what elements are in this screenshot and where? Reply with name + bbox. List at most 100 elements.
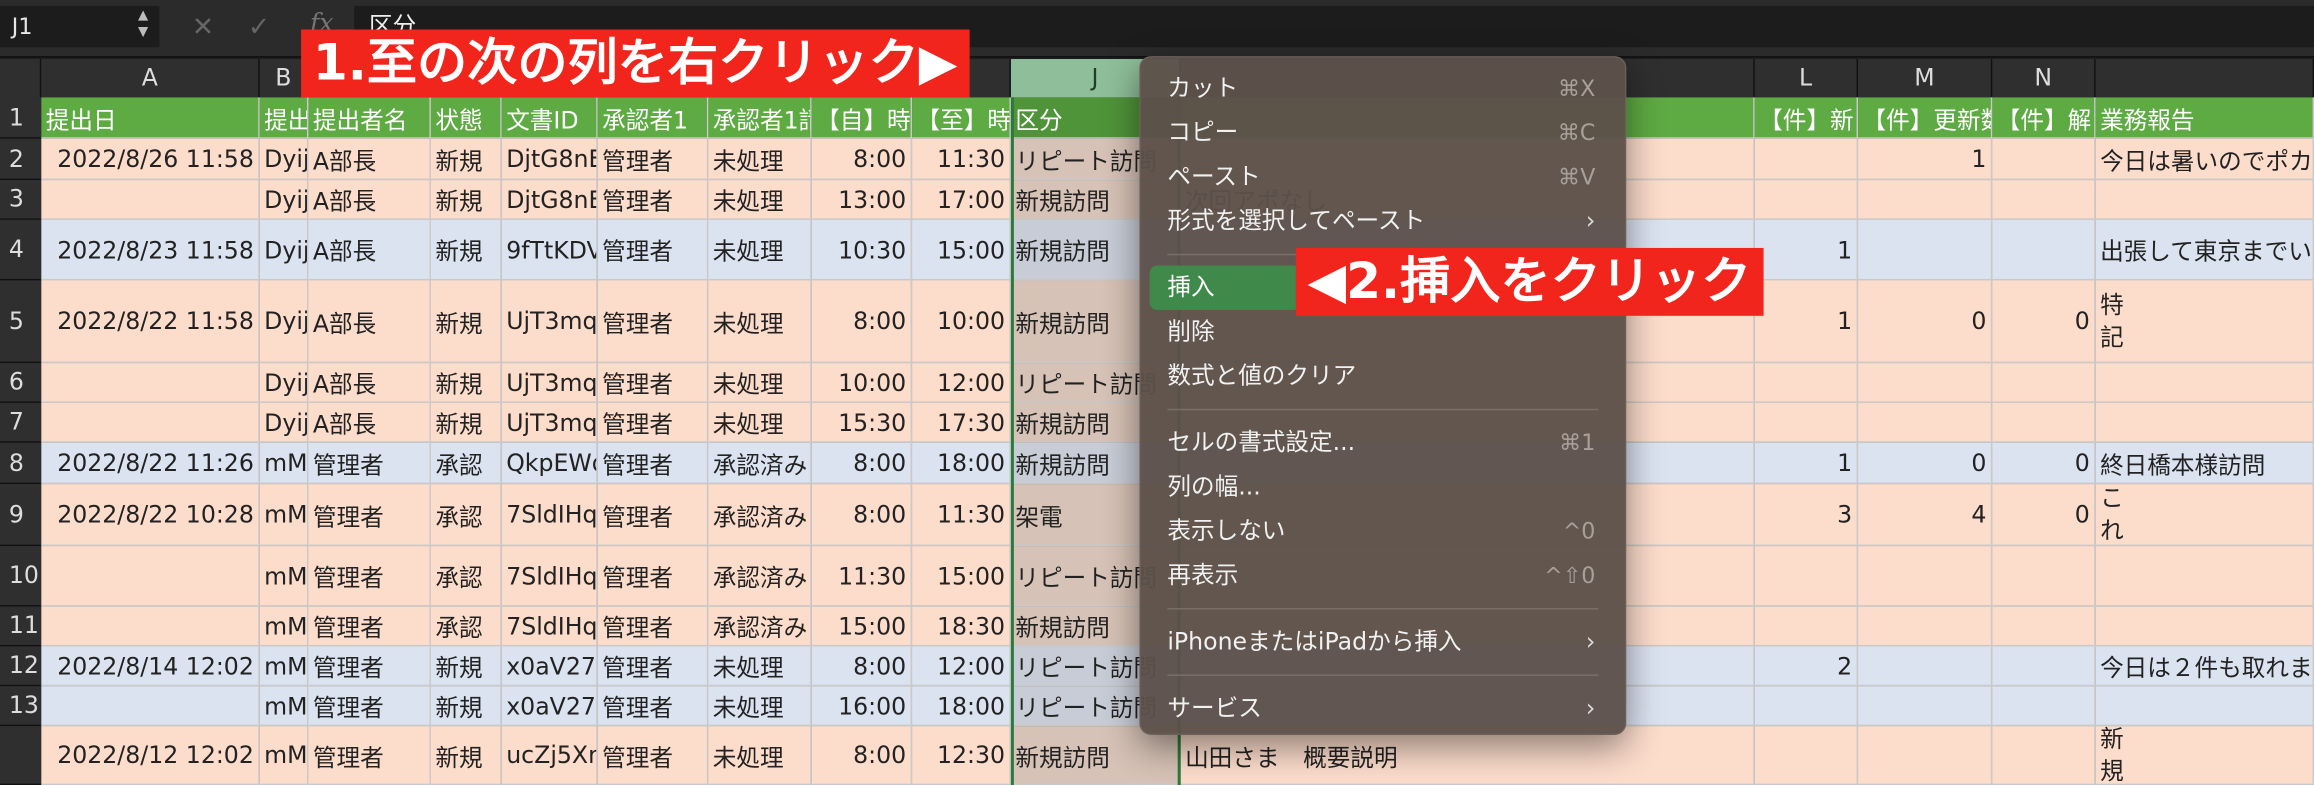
table-cell[interactable]: DjtG8nE (501, 138, 598, 181)
table-cell[interactable]: 0 (1992, 280, 2096, 364)
table-cell[interactable]: 0 (1858, 442, 1993, 485)
table-cell[interactable]: 未処理 (708, 402, 812, 443)
table-cell[interactable]: 0 (1992, 442, 2096, 485)
column-header[interactable]: A (41, 59, 260, 98)
menu-item[interactable]: 列の幅... (1150, 465, 1616, 509)
name-box-stepper-icon[interactable]: ▲ ▼ (133, 9, 154, 44)
table-cell[interactable]: 未処理 (708, 138, 812, 181)
table-cell[interactable]: 15:30 (811, 402, 913, 443)
menu-item[interactable]: サービス › (1150, 686, 1616, 730)
table-cell[interactable] (1858, 363, 1993, 403)
table-cell[interactable]: 新規 (430, 219, 502, 281)
table-cell[interactable]: 終日橋本様訪問 (2095, 442, 2314, 485)
table-cell[interactable] (1754, 363, 1859, 403)
table-cell[interactable]: 2022/8/22 10:28 (41, 484, 260, 547)
table-cell[interactable]: 管理者 (597, 442, 709, 485)
table-cell[interactable]: x0aV270 (501, 686, 598, 727)
table-cell[interactable]: mM (259, 646, 309, 687)
menu-item[interactable]: 数式と値のクリア (1150, 354, 1616, 398)
row-header[interactable]: 4 (0, 219, 42, 281)
table-cell[interactable]: mM (259, 442, 309, 485)
header-cell[interactable]: 承認者1 (597, 97, 709, 139)
table-cell[interactable]: 管理者 (597, 219, 709, 281)
header-cell[interactable]: 状態 (430, 97, 502, 139)
table-cell[interactable] (41, 686, 260, 727)
header-cell[interactable]: 提出者名 (308, 97, 431, 139)
table-cell[interactable] (2095, 402, 2314, 443)
column-header[interactable]: M (1858, 59, 1993, 98)
row-header[interactable]: 6 (0, 363, 42, 403)
table-cell[interactable]: 新規 (430, 280, 502, 364)
table-cell[interactable]: 8:00 (811, 646, 913, 687)
table-cell[interactable]: A部長 (308, 363, 431, 403)
table-cell[interactable]: A部長 (308, 180, 431, 220)
row-header[interactable]: 10 (0, 546, 42, 607)
table-cell[interactable]: 承認済み (708, 606, 812, 647)
table-cell[interactable]: mM (259, 546, 309, 607)
table-cell[interactable]: 新規 (430, 726, 502, 785)
table-cell[interactable]: 新規 (430, 646, 502, 687)
table-cell[interactable] (1992, 646, 2096, 687)
table-cell[interactable] (2095, 180, 2314, 220)
row-header[interactable]: 7 (0, 402, 42, 443)
header-cell[interactable]: 【件】新 (1754, 97, 1859, 139)
table-cell[interactable]: 未処理 (708, 686, 812, 727)
column-header[interactable]: L (1754, 59, 1859, 98)
table-cell[interactable]: 8:00 (811, 138, 913, 181)
table-cell[interactable]: DjtG8nE (501, 180, 598, 220)
table-cell[interactable]: Dyij (259, 280, 309, 364)
table-cell[interactable]: 管理者 (597, 726, 709, 785)
table-cell[interactable]: Dyij (259, 219, 309, 281)
table-cell[interactable] (1858, 606, 1993, 647)
table-cell[interactable]: QkpEWd (501, 442, 598, 485)
table-cell[interactable]: UjT3mq (501, 363, 598, 403)
table-cell[interactable]: 9fTtKDV (501, 219, 598, 281)
table-cell[interactable]: 新規 (430, 686, 502, 727)
table-cell[interactable] (41, 546, 260, 607)
table-cell[interactable]: 承認 (430, 442, 502, 485)
table-cell[interactable] (1754, 180, 1859, 220)
row-header[interactable]: 11 (0, 606, 42, 647)
table-cell[interactable] (41, 180, 260, 220)
header-cell[interactable]: 【自】時 (811, 97, 913, 139)
table-cell[interactable]: 8:00 (811, 726, 913, 785)
table-cell[interactable] (1858, 402, 1993, 443)
table-cell[interactable]: これ (2095, 484, 2314, 547)
table-cell[interactable]: 承認済み (708, 546, 812, 607)
table-cell[interactable] (1858, 546, 1993, 607)
header-cell[interactable]: 提出 (259, 97, 309, 139)
table-cell[interactable]: 15:00 (912, 219, 1011, 281)
table-cell[interactable]: 2022/8/23 11:58 (41, 219, 260, 281)
table-cell[interactable]: 1 (1754, 219, 1859, 281)
table-cell[interactable]: Dyij (259, 402, 309, 443)
table-cell[interactable]: 11:30 (912, 484, 1011, 547)
table-cell[interactable]: 新規 (430, 402, 502, 443)
table-cell[interactable]: 未処理 (708, 363, 812, 403)
table-cell[interactable]: 管理者 (308, 726, 431, 785)
table-cell[interactable]: 特記 (2095, 280, 2314, 364)
row-header[interactable]: 1 (0, 97, 42, 139)
menu-item[interactable]: 表示しない ^0 (1150, 509, 1616, 553)
column-header[interactable] (2095, 59, 2314, 98)
table-cell[interactable]: 10:30 (811, 219, 913, 281)
table-cell[interactable]: 2022/8/14 12:02 (41, 646, 260, 687)
table-cell[interactable] (2095, 686, 2314, 727)
table-cell[interactable]: 管理者 (597, 363, 709, 403)
table-cell[interactable] (1992, 726, 2096, 785)
table-cell[interactable]: ucZj5Xn (501, 726, 598, 785)
table-cell[interactable]: 管理者 (308, 484, 431, 547)
table-cell[interactable] (1992, 402, 2096, 443)
table-cell[interactable]: 2022/8/22 11:58 (41, 280, 260, 364)
menu-item[interactable]: カット ⌘X (1150, 66, 1616, 110)
table-cell[interactable]: 17:30 (912, 402, 1011, 443)
table-cell[interactable] (1992, 363, 2096, 403)
table-cell[interactable]: 11:30 (912, 138, 1011, 181)
table-cell[interactable] (1992, 686, 2096, 727)
table-cell[interactable]: 管理者 (308, 546, 431, 607)
table-cell[interactable]: 今日は２件も取れま (2095, 646, 2314, 687)
table-cell[interactable]: 未処理 (708, 219, 812, 281)
table-cell[interactable]: 18:00 (912, 686, 1011, 727)
table-cell[interactable]: 8:00 (811, 442, 913, 485)
menu-item[interactable]: コピー ⌘C (1150, 111, 1616, 155)
table-cell[interactable] (1858, 726, 1993, 785)
